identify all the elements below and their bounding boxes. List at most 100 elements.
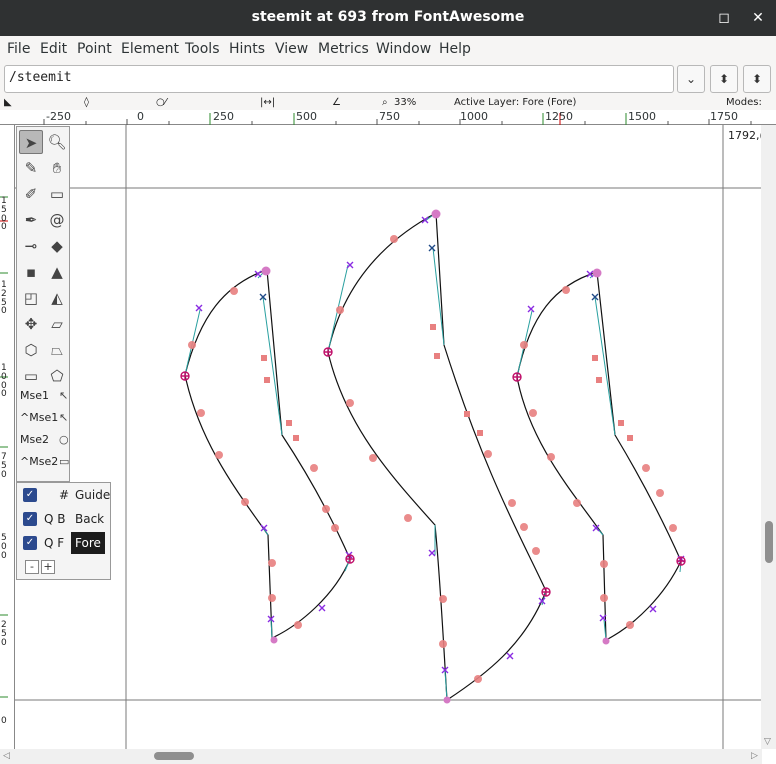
polygon-icon[interactable]: ⬠ <box>45 364 69 388</box>
scroll-right-icon[interactable]: ▷ <box>751 751 758 761</box>
cursor-position-icon: ◣ <box>4 97 12 108</box>
mouse2-label: Mse2 <box>20 433 49 446</box>
svg-text:0: 0 <box>1 638 7 648</box>
ruler-tick: 1000 <box>460 110 488 123</box>
layer-flags: Q F <box>44 536 65 550</box>
scroll-left-icon[interactable]: ◁ <box>3 751 10 761</box>
layer-row-guide[interactable]: ✓ # Guide <box>17 484 110 506</box>
ruler-tick: 750 <box>379 110 400 123</box>
menu-window[interactable]: Window <box>376 41 431 57</box>
title-bar: steemit at 693 from FontAwesome ◻ ✕ <box>0 0 776 36</box>
info-bar: ◣ ◊ ○⁄ |↔| ∠ ⌕ 33% Active Layer: Fore (F… <box>0 96 776 110</box>
scroll-down-icon[interactable]: ▽ <box>764 737 771 747</box>
hand-icon[interactable]: ✋︎ <box>45 156 69 180</box>
ruler-tick: 0 <box>137 110 144 123</box>
layer-row-back[interactable]: ✓ Q B Back <box>17 508 110 530</box>
magnify-icon[interactable]: 🔍︎ <box>45 130 69 154</box>
ruler-icon[interactable]: ▭ <box>45 182 69 206</box>
checkbox-checked-icon[interactable]: ✓ <box>23 536 37 550</box>
ruler-tick: -250 <box>46 110 71 123</box>
menu-element[interactable]: Element <box>121 41 179 57</box>
vertical-scroll-thumb[interactable] <box>765 521 773 563</box>
menu-view[interactable]: View <box>275 41 308 57</box>
menu-point[interactable]: Point <box>77 41 112 57</box>
skew-icon[interactable]: ▱ <box>45 312 69 336</box>
svg-text:0: 0 <box>1 470 7 480</box>
menu-bar: File Edit Point Element Tools Hints View… <box>0 36 776 62</box>
chevron-down-icon[interactable]: ⌄ <box>677 65 705 93</box>
corner-point-icon[interactable]: ▪ <box>19 260 43 284</box>
zoom-level: 33% <box>394 97 417 108</box>
perspective-icon[interactable]: ⏢ <box>45 338 69 362</box>
horizontal-scrollbar[interactable]: ◁ ▷ <box>0 749 762 764</box>
glyph-name-input[interactable]: /steemit <box>4 65 674 93</box>
freehand-icon[interactable]: ✎ <box>19 156 43 180</box>
layer-name[interactable]: Back <box>71 508 108 530</box>
horizontal-scroll-thumb[interactable] <box>154 752 194 760</box>
checkbox-checked-icon[interactable]: ✓ <box>23 488 37 502</box>
layer-row-fore[interactable]: ✓ Q F Fore <box>17 532 110 554</box>
hv-curve-point-icon[interactable]: ◆ <box>45 234 69 258</box>
advance-width-label: 1792,( <box>728 129 761 142</box>
point-info-icon: ◊ <box>84 97 89 108</box>
maximize-icon[interactable]: ◻ <box>712 6 736 30</box>
next-glyph-button[interactable]: ⬍ <box>743 65 771 93</box>
ruler-tick: 500 <box>296 110 317 123</box>
spiro-icon[interactable]: @ <box>45 208 69 232</box>
tools-palette: ➤ 🔍︎ ✎ ✋︎ ✐ ▭ ✒ @ ⊸ ◆ ▪ ▲ ◰ ◭ ✥ ▱ ⬡ ⏢ ▭ … <box>16 126 70 482</box>
ruler-tick: 1750 <box>710 110 738 123</box>
menu-tools[interactable]: Tools <box>185 41 220 57</box>
magnify-small-icon: ○ <box>59 433 69 446</box>
remove-layer-button[interactable]: - <box>25 560 39 574</box>
rectangle-icon[interactable]: ▭ <box>19 364 43 388</box>
mouse1-label: Mse1 <box>20 389 49 402</box>
menu-hints[interactable]: Hints <box>229 41 265 57</box>
add-layer-button[interactable]: + <box>41 560 55 574</box>
ruler-tick: 250 <box>213 110 234 123</box>
layer-name-active[interactable]: Fore <box>71 532 105 554</box>
vertical-ruler: 1500 1250 1000 750 500 250 0 <box>0 125 15 749</box>
svg-text:0: 0 <box>1 716 7 726</box>
knife-icon[interactable]: ✐ <box>19 182 43 206</box>
pointer-small-icon: ↖ <box>59 389 69 402</box>
menu-file[interactable]: File <box>7 41 30 57</box>
pen-icon[interactable]: ✒ <box>19 208 43 232</box>
tangent-point-icon[interactable]: ▲ <box>45 260 69 284</box>
pointer-small-icon: ↖ <box>59 411 69 424</box>
horizontal-ruler: -250 0 250 500 750 1000 1250 1500 1750 <box>0 110 776 125</box>
layer-flags: Q B <box>44 512 66 526</box>
ruler-small-icon: ▭ <box>59 455 70 468</box>
ruler-tick: 1250 <box>545 110 573 123</box>
svg-text:0: 0 <box>1 306 7 316</box>
distance-icon: |↔| <box>260 97 276 108</box>
checkbox-checked-icon[interactable]: ✓ <box>23 512 37 526</box>
curve-point-icon[interactable]: ⊸ <box>19 234 43 258</box>
glyph-address-bar: /steemit ⌄ ⬍ ⬍ <box>0 62 776 96</box>
flip-icon[interactable]: ◭ <box>45 286 69 310</box>
glyph-canvas[interactable]: 1792,( <box>15 125 761 749</box>
menu-help[interactable]: Help <box>439 41 471 57</box>
close-icon[interactable]: ✕ <box>746 6 770 30</box>
glyph-outline[interactable]: 1792,( <box>15 125 761 749</box>
scale-icon[interactable]: ◰ <box>19 286 43 310</box>
angle-icon: ∠ <box>332 97 341 108</box>
ctrl-mouse1-label: ^Mse1 <box>20 411 59 424</box>
rotate-3d-icon[interactable]: ⬡ <box>19 338 43 362</box>
prev-glyph-button[interactable]: ⬍ <box>710 65 738 93</box>
active-layer-label: Active Layer: Fore (Fore) <box>454 97 577 108</box>
svg-text:0: 0 <box>1 551 7 561</box>
layer-flags: # <box>59 488 70 502</box>
layer-name[interactable]: Guide <box>71 484 114 506</box>
layers-palette: ✓ # Guide ✓ Q B Back ✓ Q F Fore - + <box>16 482 111 580</box>
svg-text:0: 0 <box>1 222 7 232</box>
pointer-icon[interactable]: ➤ <box>19 130 43 154</box>
menu-edit[interactable]: Edit <box>40 41 67 57</box>
zoom-icon: ⌕ <box>382 97 388 108</box>
vertical-scrollbar[interactable]: ▽ <box>761 125 776 749</box>
rotate-icon[interactable]: ✥ <box>19 312 43 336</box>
modes-label: Modes: <box>726 97 762 108</box>
relative-position-icon: ○⁄ <box>156 97 167 108</box>
menu-metrics[interactable]: Metrics <box>318 41 369 57</box>
window-title: steemit at 693 from FontAwesome <box>251 9 525 25</box>
ctrl-mouse2-label: ^Mse2 <box>20 455 59 468</box>
